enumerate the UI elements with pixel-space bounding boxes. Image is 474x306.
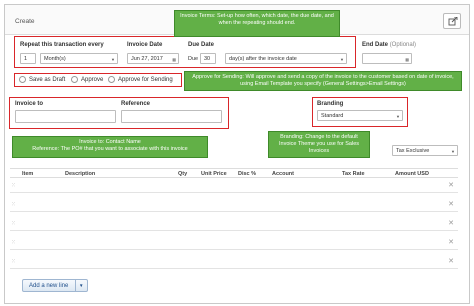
table-row[interactable]: ⁙ ✕ [10, 255, 458, 269]
end-date-input[interactable]: ▦ [362, 53, 412, 64]
repeat-unit-select[interactable]: Month(s) ▼ [40, 53, 118, 64]
column-account: Account [272, 171, 294, 177]
reference-label: Reference [121, 101, 151, 107]
invoice-to-label: Invoice to [15, 101, 44, 107]
delete-row-icon[interactable]: ✕ [448, 219, 454, 227]
tax-mode-select[interactable]: Tax Exclusive ▼ [392, 145, 458, 156]
branding-select[interactable]: Standard ▼ [317, 110, 403, 121]
chevron-down-icon: ▼ [340, 57, 344, 62]
table-row[interactable]: ⁙ ✕ [10, 198, 458, 212]
terms-note: Invoice Terms: Set-up how often, which d… [174, 10, 340, 37]
chevron-down-icon: ▼ [451, 149, 455, 154]
column-description: Description [65, 171, 96, 177]
end-date-label: End Date (Optional) [362, 42, 417, 48]
drag-handle-icon[interactable]: ⁙ [11, 258, 16, 265]
invoice-to-input[interactable] [15, 110, 116, 123]
approve-radio[interactable]: Approve [71, 76, 103, 83]
delete-row-icon[interactable]: ✕ [448, 200, 454, 208]
delete-row-icon[interactable]: ✕ [448, 181, 454, 189]
delete-row-icon[interactable]: ✕ [448, 238, 454, 246]
add-line-button[interactable]: Add a new line ▼ [22, 279, 88, 292]
chevron-down-icon[interactable]: ▼ [79, 283, 83, 288]
save-draft-radio[interactable]: Save as Draft [19, 76, 65, 83]
branding-note: Branding: Change to the default Invoice … [268, 131, 370, 158]
drag-handle-icon[interactable]: ⁙ [11, 220, 16, 227]
calendar-icon: ▦ [172, 57, 176, 62]
due-date-label: Due Date [188, 42, 215, 48]
line-items-header: Item Description Qty Unit Price Disc % A… [10, 168, 458, 178]
expand-button[interactable] [443, 13, 461, 29]
column-qty: Qty [178, 171, 188, 177]
page-title: Create [15, 18, 35, 25]
table-row[interactable]: ⁙ ✕ [10, 217, 458, 231]
invoice-date-input[interactable]: Jun 27, 2017 ▦ [127, 53, 179, 64]
column-item: Item [22, 171, 34, 177]
calendar-icon: ▦ [405, 57, 409, 62]
due-rule-select[interactable]: day(s) after the invoice date ▼ [225, 53, 347, 64]
chevron-down-icon: ▼ [396, 114, 400, 119]
repeat-count-input[interactable]: 1 [20, 53, 36, 64]
due-days-input[interactable]: 30 [200, 53, 216, 64]
repeat-label: Repeat this transaction every [20, 42, 104, 48]
expand-icon [448, 17, 458, 26]
column-tax-rate: Tax Rate [342, 171, 365, 177]
drag-handle-icon[interactable]: ⁙ [11, 201, 16, 208]
chevron-down-icon: ▼ [111, 57, 115, 62]
approve-send-radio[interactable]: Approve for Sending [108, 76, 173, 83]
table-row[interactable]: ⁙ ✕ [10, 236, 458, 250]
drag-handle-icon[interactable]: ⁙ [11, 182, 16, 189]
reference-input[interactable] [121, 110, 222, 123]
due-prefix: Due [188, 56, 199, 62]
add-line-label: Add a new line [29, 283, 69, 289]
sending-note: Approve for Sending: Will approve and se… [184, 71, 462, 91]
branding-label: Branding [317, 101, 344, 107]
contact-note: Invoice to: Contact Name Reference: The … [12, 136, 208, 158]
delete-row-icon[interactable]: ✕ [448, 257, 454, 265]
column-amount: Amount USD [395, 171, 429, 177]
column-unit-price: Unit Price [201, 171, 227, 177]
table-row[interactable]: ⁙ ✕ [10, 179, 458, 193]
drag-handle-icon[interactable]: ⁙ [11, 239, 16, 246]
invoice-date-label: Invoice Date [127, 42, 163, 48]
column-disc: Disc % [238, 171, 257, 177]
